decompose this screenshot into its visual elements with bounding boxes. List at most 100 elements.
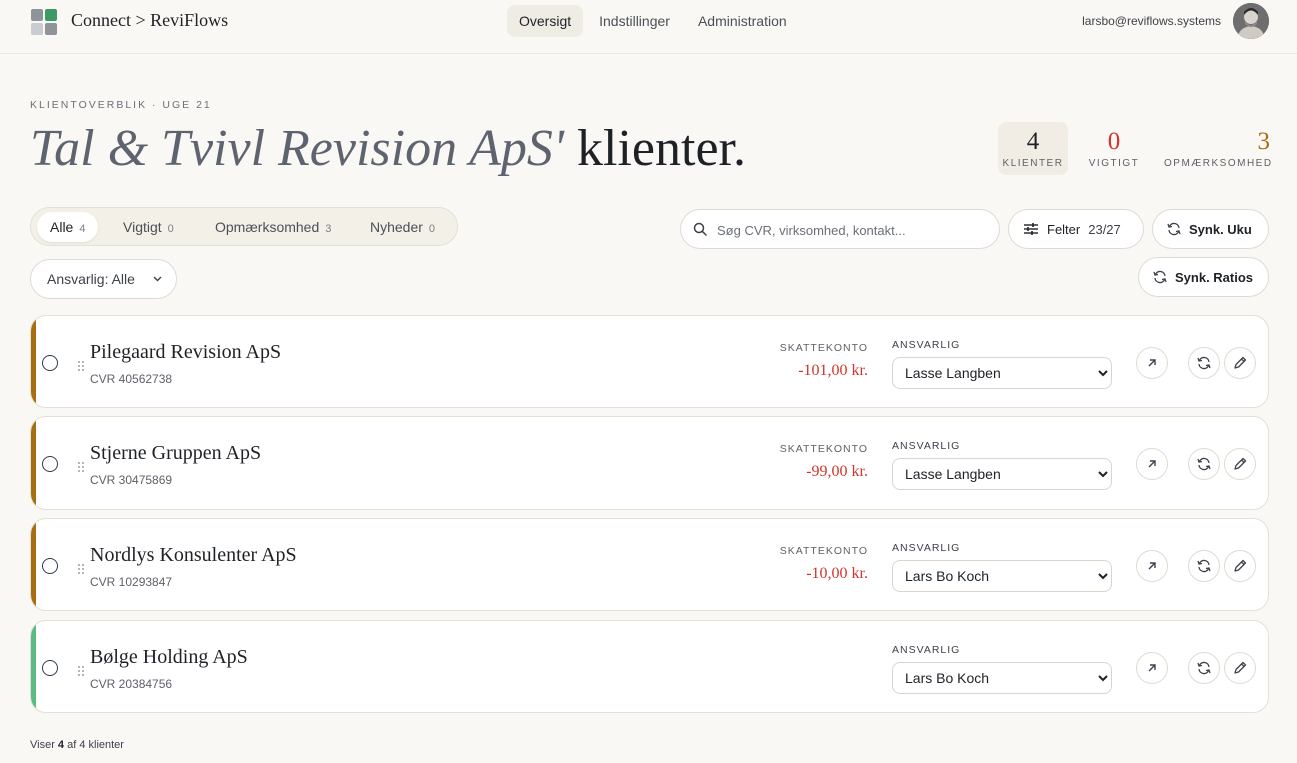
sync-uku-button[interactable]: Synk. Uku [1152,209,1269,249]
owner-select[interactable]: Lasse LangbenLars Bo Koch [892,560,1112,592]
tab-nyheder-count: 0 [428,223,436,235]
select-checkbox[interactable] [42,660,58,676]
client-name[interactable]: Stjerne Gruppen ApS [90,442,261,465]
owner-label: ANSVARLIG [892,542,961,554]
tab-alle-count: 4 [79,223,86,235]
sync-icon [1197,457,1211,471]
stat-attention[interactable]: 3 OPMÆRKSOMHED [1164,122,1272,175]
stat-important[interactable]: 0 VIGTIGT [1084,122,1144,175]
stat-clients[interactable]: 4 KLIENTER [998,122,1068,175]
tab-opmaerksomhed-label: Opmærksomhed [215,219,320,235]
edit-client-button[interactable] [1224,347,1256,379]
search-box[interactable] [680,209,1000,249]
drag-handle-icon[interactable] [77,562,85,574]
sync-icon [1153,270,1167,284]
stat-clients-value: 4 [1026,128,1040,155]
owner-label: ANSVARLIG [892,644,961,656]
sync-client-button[interactable] [1188,550,1220,582]
owner-filter-dropdown[interactable]: Ansvarlig: Alle [30,259,177,299]
sliders-icon [1024,223,1038,235]
drag-handle-icon[interactable] [77,359,85,371]
client-name[interactable]: Nordlys Konsulenter ApS [90,544,297,567]
status-accent-bar [31,417,36,509]
sync-ratios-button[interactable]: Synk. Ratios [1138,257,1269,297]
client-card[interactable]: Pilegaard Revision ApS CVR 40562738 SKATTE… [30,315,1269,408]
user-email: larsbo@reviflows.systems [1082,14,1221,28]
drag-handle-icon[interactable] [77,664,85,676]
edit-client-button[interactable] [1224,652,1256,684]
sync-uku-label: Synk. Uku [1189,221,1252,237]
tab-opmaerksomhed-count: 3 [325,223,332,235]
result-count-prefix: Viser [30,739,58,751]
tab-opmaerksomhed[interactable]: Opmærksomhed 3 [202,212,344,242]
fields-button[interactable]: Felter 23/27 [1008,209,1144,249]
select-checkbox[interactable] [42,456,58,472]
sync-client-button[interactable] [1188,652,1220,684]
status-accent-bar [31,621,36,712]
logo-icon[interactable] [31,9,59,35]
tab-vigtigt[interactable]: Vigtigt 0 [110,212,187,242]
tab-nyheder[interactable]: Nyheder 0 [357,212,448,242]
client-cvr: CVR 40562738 [90,372,173,386]
fields-button-label: Felter [1047,221,1081,237]
arrow-up-right-icon [1146,357,1158,369]
open-client-button[interactable] [1136,550,1168,582]
select-checkbox[interactable] [42,558,58,574]
sync-icon [1167,222,1181,236]
nav-administration[interactable]: Administration [686,5,799,37]
search-input[interactable] [717,219,987,241]
owner-filter-label: Ansvarlig: Alle [47,271,135,287]
stat-important-label: VIGTIGT [1088,158,1140,169]
tax-account-value: -99,00 kr. [806,463,868,480]
search-icon [693,222,707,236]
drag-handle-icon[interactable] [77,460,85,472]
tax-account-label: SKATTEKONTO [779,443,868,455]
status-accent-bar [31,519,36,610]
sync-icon [1197,661,1211,675]
tab-alle[interactable]: Alle 4 [37,212,99,242]
nav-oversigt[interactable]: Oversigt [507,5,584,37]
nav-indstillinger[interactable]: Indstillinger [587,5,682,37]
arrow-up-right-icon [1146,662,1158,674]
page-title-suffix: klienter. [564,120,746,177]
sync-client-button[interactable] [1188,448,1220,480]
sync-icon [1197,559,1211,573]
open-client-button[interactable] [1136,652,1168,684]
chevron-down-icon [153,276,162,282]
open-client-button[interactable] [1136,347,1168,379]
tab-vigtigt-label: Vigtigt [123,219,162,235]
edit-client-button[interactable] [1224,550,1256,582]
pencil-icon [1233,457,1247,471]
avatar[interactable] [1233,3,1269,39]
owner-select[interactable]: Lasse LangbenLars Bo Koch [892,357,1112,389]
stat-attention-value: 3 [1257,128,1271,155]
tax-account-label: SKATTEKONTO [779,545,868,557]
arrow-up-right-icon [1146,458,1158,470]
brand-breadcrumb[interactable]: Connect > ReviFlows [71,10,228,31]
client-cvr: CVR 30475869 [90,473,173,487]
pencil-icon [1233,661,1247,675]
sync-client-button[interactable] [1188,347,1220,379]
owner-select[interactable]: Lasse LangbenLars Bo Koch [892,458,1112,490]
client-card[interactable]: Stjerne Gruppen ApS CVR 30475869 SKATTEKON… [30,416,1269,510]
stat-attention-label: OPMÆRKSOMHED [1164,158,1273,169]
open-client-button[interactable] [1136,448,1168,480]
page-title: Tal & Tvivl Revision ApS' klienter. [30,117,746,181]
tab-alle-label: Alle [50,219,74,235]
client-card[interactable]: Bølge Holding ApS CVR 20384756 ANSVARLIG La… [30,620,1269,713]
select-checkbox[interactable] [42,355,58,371]
top-bar: Connect > ReviFlows Oversigt Indstilling… [0,0,1297,54]
tab-vigtigt-count: 0 [167,223,174,235]
client-card[interactable]: Nordlys Konsulenter ApS CVR 10293847 SKATT… [30,518,1269,611]
stat-important-value: 0 [1107,128,1121,155]
owner-select[interactable]: Lasse LangbenLars Bo Koch [892,662,1112,694]
client-name[interactable]: Bølge Holding ApS [90,646,248,669]
client-name[interactable]: Pilegaard Revision ApS [90,341,281,364]
filter-tabs: Alle 4 Vigtigt 0 Opmærksomhed 3 Nyheder 0 [30,207,458,246]
pencil-icon [1233,356,1247,370]
tax-account-value: -101,00 kr. [798,362,868,379]
client-cvr: CVR 10293847 [90,575,173,589]
edit-client-button[interactable] [1224,448,1256,480]
page-eyebrow: KLIENTOVERBLIK · UGE 21 [30,99,212,111]
tax-account-label: SKATTEKONTO [779,342,868,354]
